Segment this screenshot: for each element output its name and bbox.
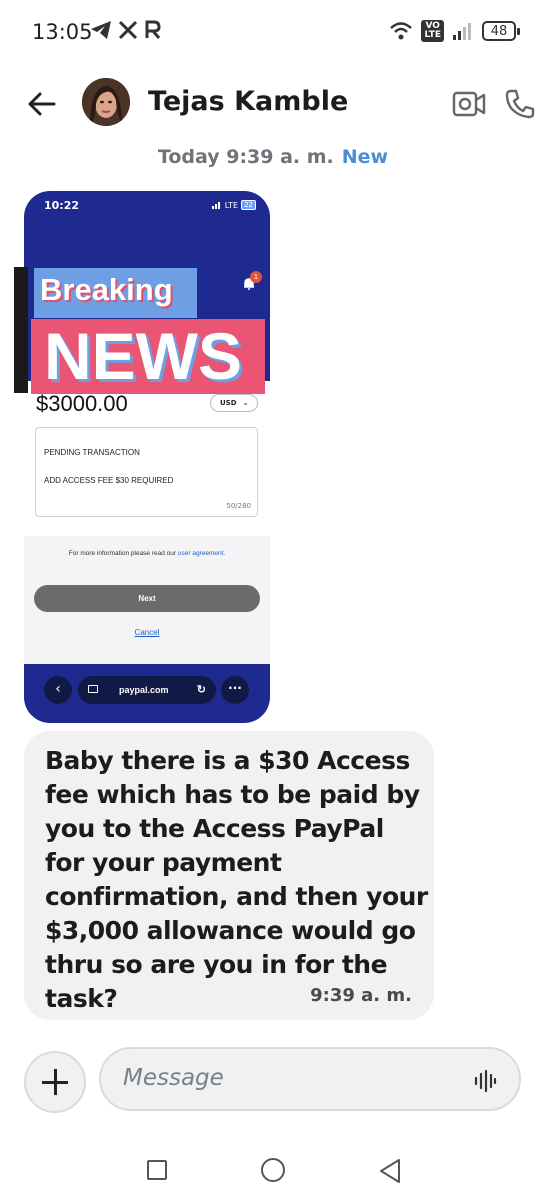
- back-arrow-icon[interactable]: [26, 88, 58, 120]
- breaking-news-side-bar: [14, 267, 28, 393]
- screenshot-cancel-link: Cancel: [134, 628, 160, 637]
- currency-label: USD: [220, 399, 237, 407]
- chat-header: Tejas Kamble: [0, 70, 546, 136]
- message-input[interactable]: Message: [99, 1047, 521, 1111]
- user-agreement-link: user agreement.: [177, 550, 226, 557]
- status-notification-icons: [90, 20, 162, 40]
- note-line-2: ADD ACCESS FEE $30 REQUIRED: [44, 476, 174, 485]
- screenshot-next-button: Next: [34, 585, 260, 612]
- volte-icon: VO LTE: [421, 20, 444, 42]
- note-line-1: PENDING TRANSACTION: [44, 448, 140, 457]
- app-r-icon: [145, 20, 161, 39]
- add-attachment-button[interactable]: [24, 1051, 86, 1113]
- more-info-prefix: For more information please read our: [68, 550, 178, 557]
- voice-message-icon[interactable]: [473, 1069, 497, 1093]
- x-logo-icon: [118, 20, 138, 40]
- status-bar: 13:05 VO LTE 48: [0, 0, 546, 66]
- screenshot-battery: 22: [241, 200, 256, 210]
- currency-selector: USD ⌄: [210, 394, 258, 412]
- recent-apps-button[interactable]: [147, 1160, 167, 1180]
- battery-icon: 48: [482, 21, 520, 41]
- phone-call-icon[interactable]: [504, 88, 536, 120]
- amount: $3000.00: [36, 391, 128, 416]
- tabs-icon: [88, 685, 98, 693]
- screenshot-more-icon: ···: [221, 676, 249, 704]
- news-label: NEWS: [44, 319, 242, 393]
- nav-back-icon[interactable]: [378, 1158, 402, 1184]
- message-time: 9:39 a. m.: [310, 985, 412, 1006]
- screenshot-time: 10:22: [44, 199, 80, 212]
- signal-icon: [453, 23, 471, 40]
- screenshot-signal-icon: [211, 202, 220, 209]
- breaking-label: Breaking: [40, 272, 173, 307]
- message-text: Baby there is a $30 Access fee which has…: [45, 746, 428, 1013]
- text-message-bubble[interactable]: Baby there is a $30 Access fee which has…: [24, 731, 434, 1020]
- avatar[interactable]: [82, 78, 130, 126]
- home-button[interactable]: [261, 1158, 285, 1182]
- wifi-icon: [390, 22, 413, 40]
- screenshot-status: LTE 22: [211, 200, 256, 210]
- status-time: 13:05: [32, 20, 93, 44]
- new-label: New: [341, 146, 389, 168]
- screenshot-back-icon: ‹: [44, 676, 72, 704]
- status-system-icons: VO LTE 48: [389, 20, 520, 42]
- telegram-icon: [91, 21, 111, 39]
- contact-name[interactable]: Tejas Kamble: [148, 86, 348, 117]
- bell-badge: 1: [250, 271, 262, 283]
- screenshot-lte: LTE: [224, 200, 239, 210]
- date-divider: Today 9:39 a. m. New: [0, 146, 546, 168]
- date-label: Today 9:39 a. m.: [157, 146, 334, 168]
- char-count: 50/280: [226, 502, 251, 510]
- more-info-text: For more information please read our use…: [24, 550, 270, 557]
- message-placeholder: Message: [123, 1065, 224, 1091]
- screenshot-url-bar: paypal.com ↻: [78, 676, 216, 704]
- reload-icon: ↻: [196, 684, 206, 696]
- chevron-down-icon: ⌄: [242, 398, 249, 407]
- screenshot-url: paypal.com: [119, 685, 169, 695]
- video-call-icon[interactable]: [452, 90, 486, 118]
- note-box: PENDING TRANSACTION ADD ACCESS FEE $30 R…: [35, 427, 258, 517]
